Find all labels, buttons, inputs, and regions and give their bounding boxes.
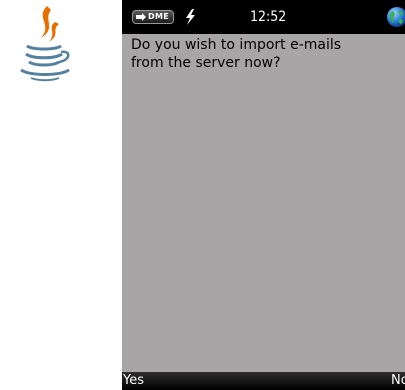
message-line: Do you wish to import e-mails [131,37,342,53]
carrier-label: DME [148,12,169,21]
phone-screen: DME 12:52 Do you wish to import e-mails … [122,0,405,390]
yes-softkey[interactable]: Yes [123,373,144,389]
dialog-message: Do you wish to import e-mails from the s… [131,36,393,72]
signal-icon [136,13,146,21]
status-bar: DME 12:52 [122,0,405,34]
no-softkey[interactable]: No [391,373,405,389]
java-coffee-cup-icon [20,6,70,82]
globe-icon [387,7,405,27]
carrier-badge: DME [132,10,174,24]
softkey-bar: Yes No [122,372,405,390]
clock: 12:52 [250,9,287,25]
message-line: from the server now? [131,55,281,71]
lightning-bolt-icon [186,9,195,25]
